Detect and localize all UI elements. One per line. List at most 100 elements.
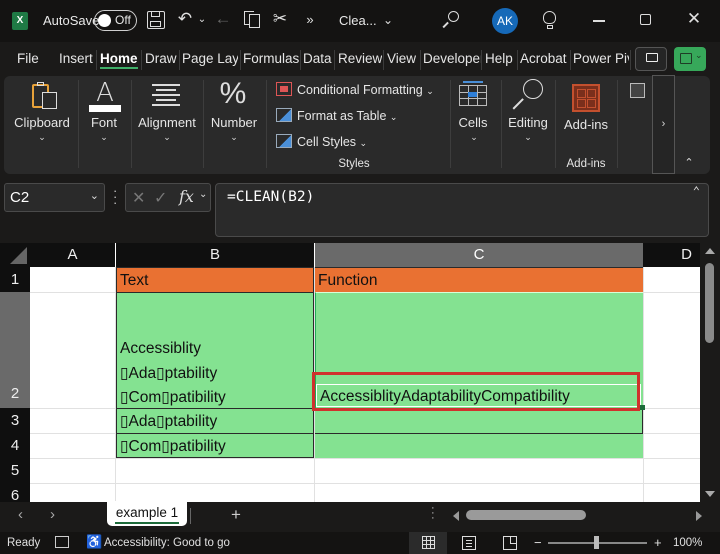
number-button[interactable]: Number bbox=[208, 115, 260, 130]
zoom-slider[interactable] bbox=[548, 536, 647, 549]
tab-review[interactable]: Review bbox=[338, 51, 382, 66]
tab-developer[interactable]: Developer bbox=[423, 51, 481, 66]
undo-dropdown-icon[interactable]: ⌄ bbox=[197, 10, 207, 30]
cell-b3[interactable]: ▯Ada▯ptability bbox=[116, 408, 314, 433]
acrobat-icon[interactable] bbox=[630, 83, 645, 98]
cell-c1[interactable]: Function bbox=[315, 267, 643, 292]
column-header-d[interactable]: D bbox=[643, 243, 700, 267]
formula-bar-grip-icon[interactable]: · · · bbox=[113, 184, 117, 209]
minimize-icon[interactable] bbox=[593, 20, 605, 22]
tab-file[interactable]: File bbox=[17, 51, 41, 66]
undo-icon[interactable]: ↶ bbox=[175, 9, 195, 29]
page-layout-view-icon[interactable] bbox=[462, 536, 476, 550]
vertical-scrollbar[interactable] bbox=[700, 243, 720, 502]
close-icon[interactable]: ✕ bbox=[686, 9, 702, 29]
column-header-c[interactable]: C bbox=[315, 243, 643, 267]
cell-b2[interactable]: Accessiblity ▯Ada▯ptability ▯Com▯patibil… bbox=[116, 292, 314, 408]
scroll-up-icon[interactable] bbox=[705, 248, 715, 254]
name-box[interactable]: C2 ⌄ bbox=[4, 183, 105, 212]
scroll-right-icon[interactable] bbox=[696, 511, 702, 521]
column-header-a[interactable]: A bbox=[30, 243, 115, 267]
font-icon[interactable]: A bbox=[88, 80, 122, 112]
tab-acrobat[interactable]: Acrobat bbox=[520, 51, 568, 66]
conditional-formatting-button[interactable]: Conditional Formatting ⌄ bbox=[276, 82, 434, 97]
tab-page-layout[interactable]: Page Layout bbox=[182, 51, 238, 66]
font-button[interactable]: Font bbox=[86, 115, 122, 130]
cell-b1[interactable]: Text bbox=[116, 267, 314, 292]
search-icon[interactable] bbox=[441, 11, 459, 29]
zoom-slider-thumb[interactable] bbox=[594, 536, 599, 549]
row-header-1[interactable]: 1 bbox=[0, 267, 30, 292]
autosave-toggle[interactable]: Off bbox=[94, 10, 137, 31]
sheet-tab-example-1[interactable]: example 1 bbox=[107, 501, 187, 526]
tab-insert[interactable]: Insert bbox=[59, 51, 93, 66]
ribbon-scroll-right-button[interactable]: › bbox=[652, 75, 675, 174]
accessibility-icon[interactable]: ♿ bbox=[86, 534, 102, 550]
more-options-icon[interactable]: · · · bbox=[431, 503, 435, 524]
clipboard-button[interactable]: Clipboard bbox=[12, 115, 72, 130]
normal-view-button[interactable] bbox=[409, 532, 447, 554]
editing-button[interactable]: Editing bbox=[506, 115, 550, 130]
chevron-down-icon[interactable]: ⌄ bbox=[99, 132, 109, 143]
scroll-left-icon[interactable] bbox=[453, 511, 459, 521]
previous-sheet-icon[interactable]: ‹ bbox=[18, 506, 23, 523]
collapse-ribbon-icon[interactable]: ⌃ bbox=[682, 156, 696, 169]
row-header-6[interactable]: 6 bbox=[0, 483, 30, 502]
accessibility-status[interactable]: Accessibility: Good to go bbox=[104, 537, 230, 549]
cell-styles-button[interactable]: Cell Styles ⌄ bbox=[276, 134, 367, 149]
tab-home[interactable]: Home bbox=[100, 51, 138, 69]
chevron-down-icon[interactable]: ⌄ bbox=[229, 132, 239, 143]
macro-recorder-icon[interactable] bbox=[55, 536, 69, 548]
zoom-level[interactable]: 100% bbox=[673, 537, 702, 549]
formula-input[interactable]: =CLEAN(B2) ⌃ bbox=[215, 183, 709, 237]
copy-icon[interactable] bbox=[244, 11, 262, 29]
tab-formulas[interactable]: Formulas bbox=[243, 51, 299, 66]
filename-dropdown-icon[interactable]: ⌄ bbox=[381, 10, 395, 30]
tab-view[interactable]: View bbox=[387, 51, 419, 66]
insert-function-button[interactable]: fx bbox=[179, 187, 194, 206]
tab-data[interactable]: Data bbox=[303, 51, 333, 66]
more-icon[interactable]: » bbox=[302, 10, 318, 30]
row-header-5[interactable]: 5 bbox=[0, 458, 30, 483]
comments-button[interactable] bbox=[635, 47, 667, 71]
expand-formula-bar-icon[interactable]: ⌃ bbox=[693, 184, 700, 198]
tab-draw[interactable]: Draw bbox=[145, 51, 177, 66]
add-ins-button[interactable]: Add-ins bbox=[562, 117, 610, 132]
percent-icon[interactable]: % bbox=[218, 78, 248, 110]
page-break-view-icon[interactable] bbox=[503, 536, 517, 550]
enter-icon[interactable]: ✓ bbox=[154, 188, 167, 208]
add-ins-icon[interactable] bbox=[572, 84, 600, 112]
name-box-dropdown-icon[interactable]: ⌄ bbox=[90, 189, 99, 202]
chevron-down-icon[interactable]: ⌄ bbox=[37, 132, 47, 143]
chevron-down-icon[interactable]: ⌄ bbox=[199, 189, 207, 200]
fill-handle[interactable] bbox=[640, 405, 645, 410]
cells-icon[interactable] bbox=[459, 81, 487, 107]
cell-b4[interactable]: ▯Com▯patibility bbox=[116, 433, 314, 458]
chevron-down-icon[interactable]: ⌄ bbox=[469, 132, 479, 143]
save-icon[interactable] bbox=[147, 11, 165, 29]
vertical-scroll-thumb[interactable] bbox=[705, 263, 714, 343]
scroll-down-icon[interactable] bbox=[705, 491, 715, 497]
horizontal-scroll-thumb[interactable] bbox=[466, 510, 586, 520]
row-header-4[interactable]: 4 bbox=[0, 433, 30, 458]
avatar[interactable]: AK bbox=[492, 8, 518, 34]
select-all-button[interactable] bbox=[0, 243, 30, 267]
maximize-icon[interactable] bbox=[640, 14, 651, 25]
row-header-2[interactable]: 2 bbox=[0, 292, 30, 408]
clipboard-icon[interactable] bbox=[32, 82, 60, 112]
alignment-button[interactable]: Alignment bbox=[138, 115, 196, 130]
tab-power-pivot[interactable]: Power Pivot bbox=[573, 51, 629, 66]
zoom-out-button[interactable]: − bbox=[534, 535, 542, 550]
column-header-b[interactable]: B bbox=[116, 243, 314, 267]
format-as-table-button[interactable]: Format as Table ⌄ bbox=[276, 108, 397, 123]
cut-icon[interactable]: ✂ bbox=[270, 9, 290, 29]
horizontal-scrollbar[interactable] bbox=[452, 510, 702, 522]
row-header-3[interactable]: 3 bbox=[0, 408, 30, 433]
lightbulb-icon[interactable] bbox=[543, 11, 557, 30]
cell-c3[interactable] bbox=[315, 408, 643, 433]
cell-c4[interactable] bbox=[315, 433, 643, 458]
cells-button[interactable]: Cells bbox=[456, 115, 490, 130]
add-sheet-button[interactable]: + bbox=[231, 505, 241, 525]
tab-help[interactable]: Help bbox=[485, 51, 515, 66]
next-sheet-icon[interactable]: › bbox=[50, 506, 55, 523]
